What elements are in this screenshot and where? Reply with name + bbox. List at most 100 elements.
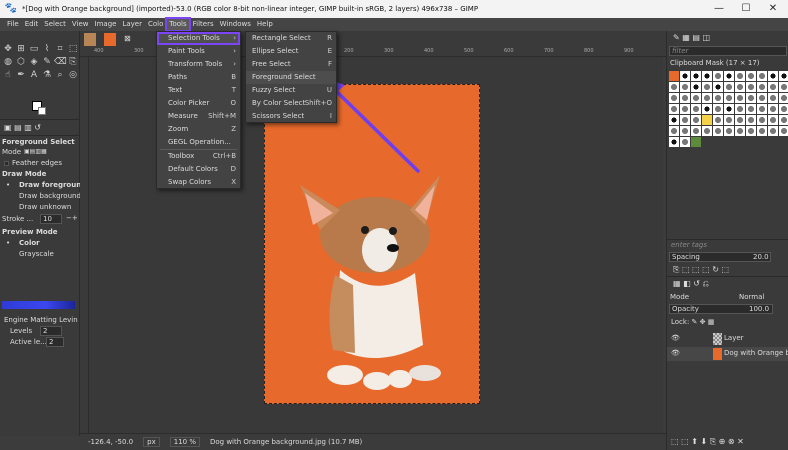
ruler-tick: 900 xyxy=(624,48,634,54)
layer-mode-label: Mode xyxy=(670,293,690,301)
menu-select[interactable]: Select xyxy=(41,18,69,31)
layer-thumbnail xyxy=(713,348,722,360)
menu-item-measure[interactable]: Measure Shift+M xyxy=(157,110,240,123)
menu-item-zoom[interactable]: Zoom Z xyxy=(157,123,240,136)
menu-item-paths[interactable]: Paths B xyxy=(157,71,240,84)
free-select-tool-icon[interactable]: ⌇ xyxy=(41,43,53,55)
paint-tool-icon[interactable]: ✎ xyxy=(41,56,53,68)
tags-input[interactable]: enter tags xyxy=(671,241,707,249)
maximize-icon[interactable]: ☐ xyxy=(731,0,761,18)
layer-name[interactable]: Layer xyxy=(724,334,744,342)
menu-item-text[interactable]: Text T xyxy=(157,84,240,97)
tool-options-tab-icon[interactable]: ▣ ▤ ▥ ↺ xyxy=(4,123,41,132)
menu-item-rectangle-select[interactable]: Rectangle Select R xyxy=(246,32,336,45)
close-tab-icon[interactable]: ⊠ xyxy=(124,34,131,43)
tool-options-title: Foreground Select xyxy=(2,138,75,146)
align-tool-icon[interactable]: ⊞ xyxy=(15,43,27,55)
preview-mode-heading: Preview Mode xyxy=(2,228,58,236)
menu-item-default-colors[interactable]: Default Colors D xyxy=(157,163,240,176)
brush-grid[interactable] xyxy=(669,71,788,147)
spacing-label: Spacing xyxy=(672,253,700,261)
eye-icon[interactable]: 👁 xyxy=(671,349,680,357)
menu-view[interactable]: View xyxy=(69,18,92,31)
close-icon[interactable]: ✕ xyxy=(758,0,788,18)
brushes-tab-icons[interactable]: ✎ ▦ ▤ ◫ xyxy=(673,33,710,42)
menu-item-transform-tools[interactable]: Transform Tools › xyxy=(157,58,240,71)
menu-tools[interactable]: Tools xyxy=(165,17,191,32)
color-picker-tool-icon[interactable]: ⚗ xyxy=(41,69,53,81)
opacity-value: 100.0 xyxy=(749,305,770,313)
warp-tool-icon[interactable]: ◍ xyxy=(2,56,14,68)
menu-image[interactable]: Image xyxy=(92,18,120,31)
layer-mode-select[interactable]: Normal xyxy=(739,293,764,301)
menu-item-fuzzy-select[interactable]: Fuzzy Select U xyxy=(246,84,336,97)
brush-actions-icons[interactable]: ⎘ ⬚ ⬚ ⬚ ↻ ⬚ xyxy=(673,265,729,275)
draw-fg-radio-icon[interactable]: • xyxy=(6,181,10,189)
rect-select-tool-icon[interactable]: ▭ xyxy=(28,43,40,55)
layer-row[interactable]: 👁 Dog with Orange ba xyxy=(667,347,788,361)
menu-layer[interactable]: Layer xyxy=(119,18,145,31)
title-bar: 🐾 *[Dog with Orange background] (importe… xyxy=(0,0,788,18)
eye-icon[interactable]: 👁 xyxy=(671,334,680,342)
background-color-swatch[interactable] xyxy=(38,107,46,115)
gegl-tool-icon[interactable]: ◎ xyxy=(67,69,79,81)
draw-unknown-option[interactable]: Draw unknown xyxy=(19,203,71,211)
fill-tool-icon[interactable]: ◈ xyxy=(28,56,40,68)
menu-filters[interactable]: Filters xyxy=(190,18,217,31)
levels-input[interactable]: 2 xyxy=(40,326,62,336)
menu-item-ellipse-select[interactable]: Ellipse Select E xyxy=(246,45,336,58)
crop-tool-icon[interactable]: ⌗ xyxy=(54,43,66,55)
menu-help[interactable]: Help xyxy=(254,18,276,31)
unit-select[interactable]: px xyxy=(143,437,160,447)
menu-windows[interactable]: Windows xyxy=(217,18,254,31)
preview-color-option[interactable]: Color xyxy=(19,239,40,247)
menu-file[interactable]: File xyxy=(4,18,22,31)
zoom-select[interactable]: 110 % xyxy=(169,437,200,447)
spacing-value: 20.0 xyxy=(753,253,769,261)
preview-color-bar[interactable] xyxy=(2,301,75,309)
menu-item-gegl-operation[interactable]: GEGL Operation... xyxy=(157,136,240,149)
menu-item-swap-colors[interactable]: Swap Colors X xyxy=(157,176,240,189)
move-tool-icon[interactable]: ✥ xyxy=(2,43,14,55)
lock-icons[interactable]: Lock: ✎ ✥ ▦ xyxy=(671,318,714,326)
menu-colors[interactable]: Colo xyxy=(145,18,166,31)
menu-item-by-color-select[interactable]: By Color Select Shift+O xyxy=(246,97,336,110)
color-radio-icon[interactable]: • xyxy=(6,239,10,247)
clone-tool-icon[interactable]: ⎘ xyxy=(67,56,79,68)
image-tab-thumbnail-2[interactable] xyxy=(104,33,116,46)
image-tab-thumbnail-1[interactable] xyxy=(84,33,96,46)
draw-foreground-option[interactable]: Draw foreground xyxy=(19,181,86,189)
layer-name[interactable]: Dog with Orange ba xyxy=(724,349,788,357)
unified-transform-icon[interactable]: ⬚ xyxy=(67,43,79,55)
tool-grid: ✥ ⊞ ▭ ⌇ ⌗ ⬚ ◍ ⬡ ◈ ✎ ⌫ ⎘ ☝ ✒ A ⚗ ⌕ ◎ xyxy=(2,43,79,81)
menu-edit[interactable]: Edit xyxy=(22,18,42,31)
smudge-tool-icon[interactable]: ☝ xyxy=(2,69,14,81)
preview-grayscale-option[interactable]: Grayscale xyxy=(19,250,54,258)
mode-buttons[interactable]: ▣▤▥▦ xyxy=(24,148,47,155)
zoom-tool-icon[interactable]: ⌕ xyxy=(54,69,66,81)
layers-tab-icons[interactable]: ▦ ◧ ↺ ⎌ xyxy=(673,279,709,289)
text-tool-icon[interactable]: A xyxy=(28,69,40,81)
engine-select[interactable]: Engine Matting Levin xyxy=(4,316,78,324)
paths-tool-icon[interactable]: ✒ xyxy=(15,69,27,81)
menu-item-selection-tools[interactable]: Selection Tools › xyxy=(157,32,240,45)
active-levels-input[interactable]: 2 xyxy=(46,337,64,347)
minimize-icon[interactable]: — xyxy=(704,0,734,18)
stroke-width-input[interactable]: 10 xyxy=(40,214,62,224)
toolbox-panel: ✥ ⊞ ▭ ⌇ ⌗ ⬚ ◍ ⬡ ◈ ✎ ⌫ ⎘ ☝ ✒ A ⚗ ⌕ ◎ ▣ ▤ … xyxy=(0,31,86,436)
cage-tool-icon[interactable]: ⬡ xyxy=(15,56,27,68)
draw-background-option[interactable]: Draw background xyxy=(19,192,81,200)
menu-item-toolbox[interactable]: Toolbox Ctrl+B xyxy=(157,150,240,163)
menu-item-color-picker[interactable]: Color Picker O xyxy=(157,97,240,110)
menu-item-scissors-select[interactable]: Scissors Select I xyxy=(246,110,336,123)
menu-item-free-select[interactable]: Free Select F xyxy=(246,58,336,71)
menu-item-foreground-select[interactable]: Foreground Select xyxy=(246,71,336,84)
stroke-spin-icon[interactable]: −+ xyxy=(66,214,78,222)
menu-item-paint-tools[interactable]: Paint Tools › xyxy=(157,45,240,58)
feather-edges-checkbox[interactable] xyxy=(4,161,9,166)
eraser-tool-icon[interactable]: ⌫ xyxy=(54,56,67,68)
brush-filter-input[interactable]: filter xyxy=(669,46,787,56)
layer-row[interactable]: 👁 Layer xyxy=(667,332,788,346)
layer-actions-icons[interactable]: ⬚ ⬚ ⬆ ⬇ ⎘ ⊕ ⊗ ✕ xyxy=(671,437,744,447)
draw-mode-heading: Draw Mode xyxy=(2,170,47,178)
